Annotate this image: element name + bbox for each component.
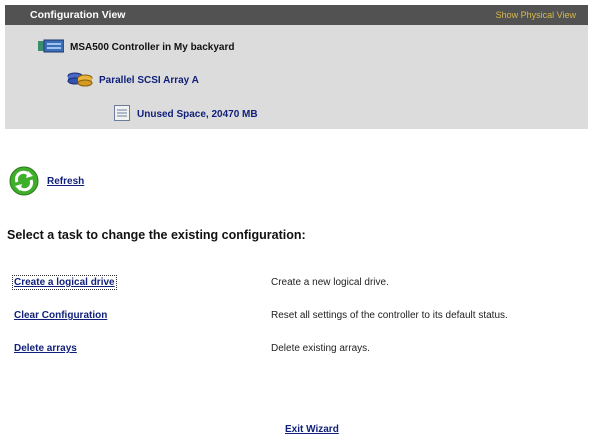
configuration-view-title: Configuration View xyxy=(30,9,126,21)
controller-icon xyxy=(38,38,65,57)
show-physical-view-link[interactable]: Show Physical View xyxy=(496,10,576,20)
refresh-link[interactable]: Refresh xyxy=(47,176,84,187)
exit-wizard-link[interactable]: Exit Wizard xyxy=(285,424,339,435)
configuration-view-panel: Configuration View Show Physical View MS… xyxy=(5,5,588,129)
array-icon xyxy=(67,70,93,91)
task-description: Create a new logical drive. xyxy=(271,277,389,288)
task-description: Reset all settings of the controller to … xyxy=(271,310,508,321)
array-label: Parallel SCSI Array A xyxy=(99,75,199,86)
tree-node-unused-space[interactable]: Unused Space, 20470 MB xyxy=(113,104,258,125)
controller-label: MSA500 Controller in My backyard xyxy=(70,42,235,53)
create-logical-drive-link[interactable]: Create a logical drive xyxy=(12,275,117,290)
tree-node-controller[interactable]: MSA500 Controller in My backyard xyxy=(38,38,235,57)
refresh-icon[interactable] xyxy=(9,166,39,196)
clear-configuration-link[interactable]: Clear Configuration xyxy=(14,310,107,321)
delete-arrays-link[interactable]: Delete arrays xyxy=(14,343,77,354)
task-description: Delete existing arrays. xyxy=(271,343,370,354)
configuration-view-header: Configuration View Show Physical View xyxy=(5,5,588,25)
task-section-heading: Select a task to change the existing con… xyxy=(7,228,306,242)
unused-space-label: Unused Space, 20470 MB xyxy=(137,109,258,120)
refresh-row: Refresh xyxy=(9,166,84,196)
unused-space-icon xyxy=(113,104,131,125)
tree-node-array[interactable]: Parallel SCSI Array A xyxy=(67,70,199,91)
